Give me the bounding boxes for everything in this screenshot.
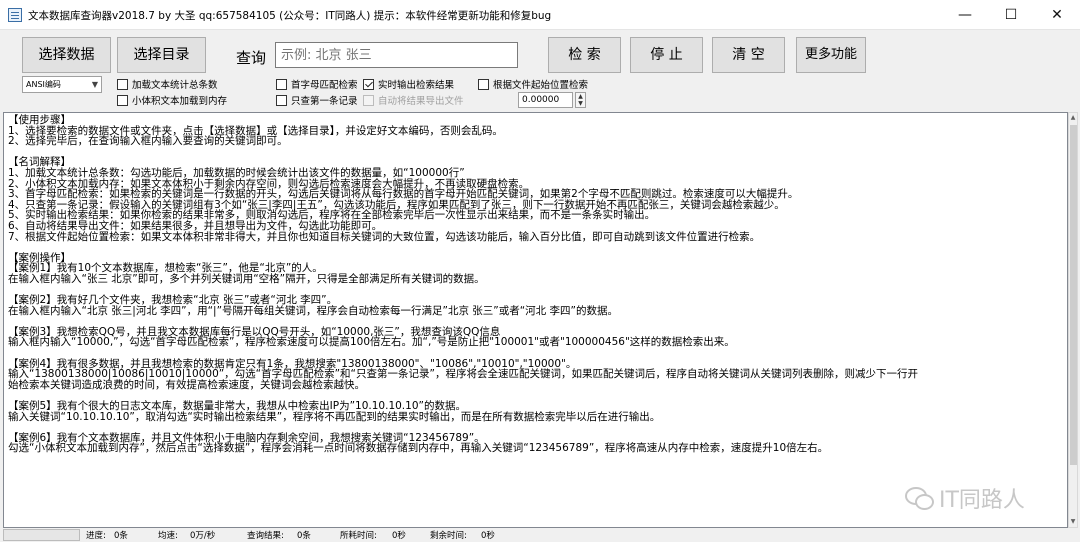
spinner-down-icon[interactable]: ▼	[576, 100, 585, 107]
minimize-button[interactable]: —	[942, 0, 988, 30]
checkbox-box	[276, 94, 287, 106]
first-letter-label: 首字母匹配检索	[291, 80, 358, 91]
realtime-output-label: 实时输出检索结果	[378, 80, 455, 91]
help-line: 在输入框内输入“北京 张三|河北 李四”，用“|”号隔开每组关键词，程序会自动检…	[8, 304, 618, 317]
auto-export-checkbox: 自动将结果导出文件	[363, 93, 464, 107]
small-to-memory-label: 小体积文本加载到内存	[132, 96, 228, 107]
by-position-checkbox[interactable]: 根据文件起始位置检索	[478, 77, 588, 91]
vertical-scrollbar[interactable]: ▲ ▼	[1068, 112, 1078, 528]
maximize-button[interactable]: ☐	[988, 0, 1034, 30]
search-label: 查询	[236, 49, 267, 67]
scroll-down-icon[interactable]: ▼	[1069, 517, 1077, 527]
small-to-memory-checkbox[interactable]: 小体积文本加载到内存	[117, 93, 227, 107]
more-features-button[interactable]: 更多功能	[796, 37, 866, 73]
help-line: 【使用步骤】	[8, 114, 71, 126]
help-line: 2、选择完毕后，在查询输入框内输入要查询的关键词即可。	[8, 135, 288, 148]
elapsed-value: 0秒	[392, 531, 406, 541]
encoding-value: ANSI编码	[26, 80, 61, 89]
only-first-checkbox[interactable]: 只查第一条记录	[276, 93, 358, 107]
watermark-text: IT同路人	[939, 488, 1025, 513]
progress-label: 进度:	[86, 531, 106, 541]
realtime-output-checkbox[interactable]: 实时输出检索结果	[363, 77, 454, 91]
progress-value: 0条	[114, 531, 128, 541]
help-line	[8, 242, 1063, 253]
window-title: 文本数据库查询器v2018.7 by 大圣 qq:657584105 (公众号：…	[28, 10, 552, 22]
scrollbar-thumb[interactable]	[1070, 125, 1077, 465]
help-text-area[interactable]: 【使用步骤】 1、选择要检索的数据文件或文件夹，点击【选择数据】或【选择目录】，并…	[3, 112, 1068, 528]
app-icon	[8, 8, 22, 22]
search-button[interactable]: 检 索	[548, 37, 621, 73]
remaining-label: 剩余时间:	[430, 531, 467, 541]
help-line: 输入关键词“10.10.10.10”，取消勾选“实时输出检索结果”，程序将不再匹…	[8, 410, 661, 423]
scroll-up-icon[interactable]: ▲	[1069, 113, 1077, 123]
checkbox-box	[363, 94, 374, 106]
elapsed-label: 所耗时间:	[340, 531, 377, 541]
checkbox-box	[478, 78, 489, 90]
remaining-value: 0秒	[481, 531, 495, 541]
help-line	[8, 147, 1063, 158]
encoding-select[interactable]: ANSI编码 ▼	[22, 76, 102, 93]
only-first-label: 只查第一条记录	[291, 96, 358, 107]
help-line: 输入框内输入“10000,”，勾选“首字母匹配检索”，程序检索速度可以提高100…	[8, 336, 735, 349]
load-count-label: 加载文本统计总条数	[132, 80, 218, 91]
help-line: 1、加载文本统计总条数：勾选功能后，加载数据的时候会统计出该文件的数据量，如“1…	[8, 166, 465, 179]
spinner-up-icon[interactable]: ▲	[576, 93, 585, 100]
help-line: 勾选“小体积文本加载到内存”，然后点击“选择数据”，程序会消耗一点时间将数据存储…	[8, 442, 829, 455]
load-count-checkbox[interactable]: 加载文本统计总条数	[117, 77, 218, 91]
help-line: 7、根据文件起始位置检索：如果文本体积非常非得大，并且你也知道目标关键词的大致位…	[8, 230, 761, 243]
close-button[interactable]: ✕	[1034, 0, 1080, 30]
search-input[interactable]	[275, 42, 518, 68]
speed-value: 0万/秒	[190, 531, 216, 541]
by-position-label: 根据文件起始位置检索	[493, 80, 589, 91]
select-directory-button[interactable]: 选择目录	[117, 37, 206, 73]
select-data-button[interactable]: 选择数据	[22, 37, 111, 73]
help-line: 在输入框内输入“张三 北京”即可，多个并列关键词用“空格”隔开，只得是全部满足所…	[8, 272, 485, 285]
title-bar: 文本数据库查询器v2018.7 by 大圣 qq:657584105 (公众号：…	[0, 0, 1080, 30]
checkbox-box	[276, 78, 287, 90]
checkbox-box	[117, 78, 128, 90]
position-spinner[interactable]: ▲ ▼	[575, 92, 586, 108]
wechat-icon	[905, 487, 934, 510]
help-line: 6、自动将结果导出文件：如果结果很多，并且想导出为文件，勾选此功能即可。	[8, 219, 383, 232]
watermark: IT同路人	[905, 482, 1025, 514]
checkbox-box	[117, 94, 128, 106]
check-icon	[363, 78, 374, 90]
help-line: 始检索本关键词造成浪费的时间，有效提高检索速度，关键词会越检索越快。	[8, 378, 365, 391]
position-input[interactable]: 0.00000	[518, 92, 573, 108]
clear-button[interactable]: 清 空	[712, 37, 785, 73]
first-letter-checkbox[interactable]: 首字母匹配检索	[276, 77, 358, 91]
stop-button[interactable]: 停 止	[630, 37, 703, 73]
status-bar: 进度: 0条 均速: 0万/秒 查询结果: 0条 所耗时间: 0秒 剩余时间: …	[0, 528, 1080, 542]
results-label: 查询结果:	[247, 531, 284, 541]
results-value: 0条	[297, 531, 311, 541]
chevron-down-icon: ▼	[91, 80, 98, 89]
speed-label: 均速:	[158, 531, 178, 541]
auto-export-label: 自动将结果导出文件	[378, 96, 464, 107]
progress-bar	[3, 529, 80, 541]
